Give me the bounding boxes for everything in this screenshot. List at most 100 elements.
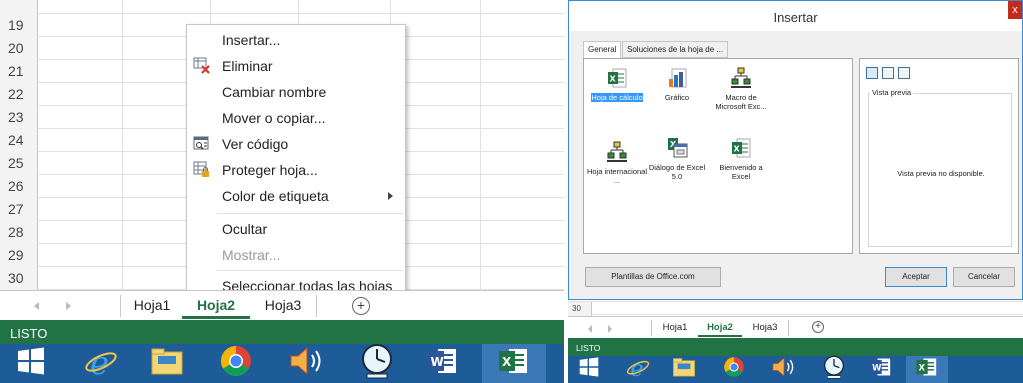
tab-hoja2[interactable]: Hoja2 xyxy=(698,320,742,337)
tab-hoja1[interactable]: Hoja1 xyxy=(126,297,178,319)
template-item-worksheet[interactable]: X Hoja de cálculo xyxy=(586,67,648,102)
volume-taskbar-button[interactable] xyxy=(762,356,806,383)
dialog-icon: X xyxy=(666,137,688,159)
clock-icon xyxy=(821,355,847,383)
dialog-close-button[interactable]: x xyxy=(1008,1,1022,19)
tab-divider xyxy=(788,320,789,336)
menu-item-label: Proteger hoja... xyxy=(222,162,318,178)
add-sheet-button[interactable]: + xyxy=(352,297,370,315)
tab-hoja2[interactable]: Hoja2 xyxy=(182,295,250,319)
excel-taskbar-button[interactable]: X xyxy=(906,356,948,383)
row-header[interactable]: 20 xyxy=(0,37,38,60)
clock-taskbar-button[interactable] xyxy=(346,344,408,383)
template-item-chart[interactable]: Gráfico xyxy=(646,67,708,102)
tab-scroll-right-icon[interactable] xyxy=(66,302,71,310)
start-button[interactable] xyxy=(10,344,52,383)
worksheet-icon: X xyxy=(730,137,752,159)
row-header[interactable]: 24 xyxy=(0,129,38,152)
template-item-excel5-dialog[interactable]: X Diálogo de Excel 5.0 xyxy=(646,137,708,181)
tab-hoja3[interactable]: Hoja3 xyxy=(254,297,312,319)
menu-item-delete[interactable]: Eliminar xyxy=(187,53,405,79)
list-view-icon[interactable] xyxy=(882,67,894,79)
ie-taskbar-button[interactable]: e xyxy=(72,344,130,383)
tab-hoja3[interactable]: Hoja3 xyxy=(746,322,784,337)
svg-text:X: X xyxy=(734,145,741,154)
explorer-icon xyxy=(150,346,184,381)
row-header[interactable]: 26 xyxy=(0,175,38,198)
explorer-taskbar-button[interactable] xyxy=(664,356,704,383)
tab-divider xyxy=(316,295,317,317)
svg-text:e: e xyxy=(90,344,109,378)
details-view-icon[interactable] xyxy=(898,67,910,79)
row-header xyxy=(0,0,38,14)
menu-item-label: Insertar... xyxy=(222,32,281,48)
menu-item-move-copy[interactable]: Mover o copiar... xyxy=(187,105,405,131)
explorer-taskbar-button[interactable] xyxy=(138,344,196,383)
start-icon xyxy=(579,357,599,382)
ie-taskbar-button[interactable]: e xyxy=(618,356,658,383)
column-gridline xyxy=(480,0,481,290)
menu-item-unhide[interactable]: Mostrar... xyxy=(187,242,405,268)
intl-macro-icon xyxy=(606,141,628,163)
template-item-welcome[interactable]: X Bienvenido a Excel xyxy=(710,137,772,181)
add-sheet-button[interactable]: + xyxy=(812,321,824,333)
excel-taskbar-button[interactable]: X xyxy=(482,344,546,383)
row-header[interactable]: 21 xyxy=(0,60,38,83)
row-header[interactable]: 23 xyxy=(0,106,38,129)
large-icons-view-icon[interactable] xyxy=(866,67,878,79)
svg-text:X: X xyxy=(919,363,926,373)
volume-taskbar-button[interactable] xyxy=(276,344,338,383)
row-header: 30 xyxy=(568,302,592,316)
chrome-taskbar-button[interactable] xyxy=(712,356,756,383)
menu-item-hide[interactable]: Ocultar xyxy=(187,216,405,242)
chrome-taskbar-button[interactable] xyxy=(204,344,268,383)
menu-item-tab-color[interactable]: Color de etiqueta xyxy=(187,183,405,209)
menu-item-protect-sheet[interactable]: Proteger hoja... xyxy=(187,157,405,183)
tab-general[interactable]: General xyxy=(583,41,622,59)
left-screenshot: 19 20 21 22 23 24 25 26 27 28 29 30 Insertar... Eli… xyxy=(0,0,564,383)
preview-box: Vista previa no disponible. xyxy=(868,93,1012,247)
tab-scroll-right-icon[interactable] xyxy=(608,325,612,333)
office-templates-button[interactable]: Plantillas de Office.com xyxy=(585,267,721,287)
svg-text:e: e xyxy=(630,356,643,379)
word-taskbar-button[interactable]: W xyxy=(414,344,472,383)
row-header[interactable]: 19 xyxy=(0,14,38,37)
row-header[interactable]: 30 xyxy=(0,267,38,290)
row-header[interactable]: 29 xyxy=(0,244,38,267)
tab-divider xyxy=(120,295,121,317)
preview-pane: Vista previa no disponible. Vista previa xyxy=(859,58,1019,254)
status-text: LISTO xyxy=(576,343,601,353)
word-icon: W xyxy=(869,356,893,383)
row-header[interactable]: 28 xyxy=(0,221,38,244)
menu-item-label: Eliminar xyxy=(222,58,273,74)
template-item-intl-macro[interactable]: Hoja internacional ... xyxy=(586,141,648,185)
tab-scroll-left-icon[interactable] xyxy=(588,325,592,333)
worksheet-icon: X xyxy=(606,67,628,89)
row-header[interactable]: 22 xyxy=(0,83,38,106)
clock-taskbar-button[interactable] xyxy=(812,355,856,383)
protect-sheet-icon xyxy=(193,161,211,178)
template-label: Gráfico xyxy=(664,93,690,102)
svg-text:X: X xyxy=(610,75,617,84)
menu-item-view-code[interactable]: Ver código xyxy=(187,131,405,157)
sheet-tab-bar: Hoja1 Hoja2 Hoja3 + xyxy=(568,316,1023,338)
start-button[interactable] xyxy=(574,356,604,383)
menu-item-insert[interactable]: Insertar... xyxy=(187,27,405,53)
cancel-button[interactable]: Cancelar xyxy=(953,267,1015,287)
template-label: Bienvenido a Excel xyxy=(719,163,763,181)
menu-item-label: Mover o copiar... xyxy=(222,110,326,126)
row-header[interactable]: 25 xyxy=(0,152,38,175)
volume-icon xyxy=(770,356,798,383)
tab-hoja1[interactable]: Hoja1 xyxy=(656,322,694,337)
ok-button[interactable]: Aceptar xyxy=(885,267,947,287)
sheet-context-menu: Insertar... Eliminar Cambiar nombre Move… xyxy=(186,24,406,300)
menu-item-label: Mostrar... xyxy=(222,247,281,263)
tab-scroll-left-icon[interactable] xyxy=(34,302,39,310)
word-taskbar-button[interactable]: W xyxy=(860,356,902,383)
tab-spreadsheet-solutions[interactable]: Soluciones de la hoja de ... xyxy=(622,41,729,58)
menu-item-rename[interactable]: Cambiar nombre xyxy=(187,79,405,105)
excel-icon: X xyxy=(915,356,939,383)
row-header[interactable]: 27 xyxy=(0,198,38,221)
template-item-macro[interactable]: Macro de Microsoft Exc... xyxy=(710,67,772,111)
volume-icon xyxy=(287,345,327,382)
